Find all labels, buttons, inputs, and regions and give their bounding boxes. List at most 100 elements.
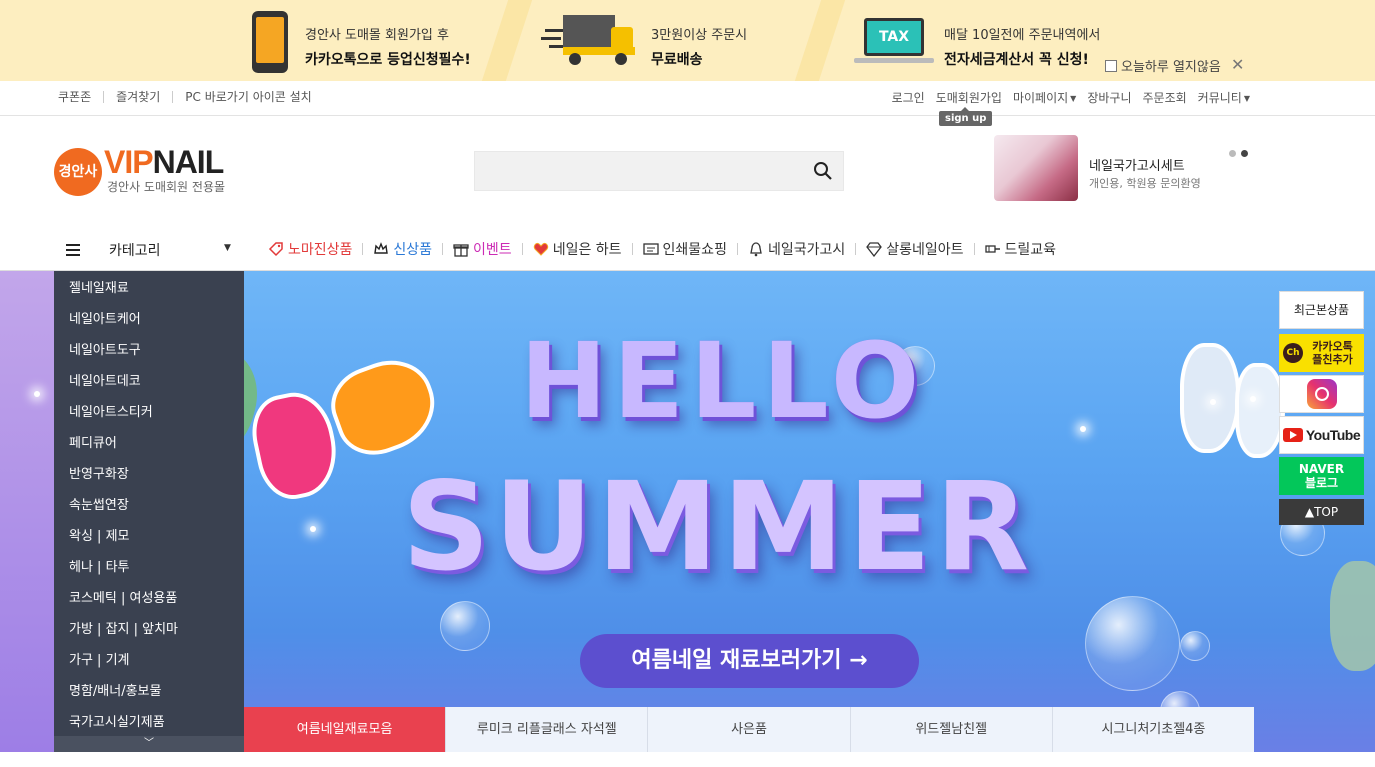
side-category-item[interactable]: 가구 | 기계 xyxy=(54,645,244,676)
banner-cta-button[interactable]: 여름네일 재료보러가기 → xyxy=(580,634,919,688)
side-category-item[interactable]: 페디큐어 xyxy=(54,428,244,459)
sparkle-decoration xyxy=(310,526,316,532)
community-link[interactable]: 커뮤니티 ▼ xyxy=(1198,89,1250,106)
logo-subtitle: 경안사 도매회원 전용몰 xyxy=(107,180,226,194)
header-promo-product[interactable]: 네일국가고시세트 개인용, 학원용 문의환영 xyxy=(994,135,1214,205)
instagram-button[interactable] xyxy=(1279,375,1364,413)
chevron-down-icon[interactable]: ﹀ xyxy=(54,736,244,752)
signup-tooltip: sign up xyxy=(939,107,993,126)
dismiss-today-checkbox[interactable]: 오늘하루 열지않음 xyxy=(1105,56,1221,75)
side-category-item[interactable]: 네일아트도구 xyxy=(54,335,244,366)
banner-tab[interactable]: 루미크 리플글래스 자석젤 xyxy=(445,707,648,752)
mypage-link[interactable]: 마이페이지 ▼ xyxy=(1013,89,1076,106)
side-category-item[interactable]: 코스메틱 | 여성용품 xyxy=(54,583,244,614)
naver-blog-button[interactable]: NAVER 블로그 xyxy=(1279,457,1364,495)
kakao-line2: 플친추가 xyxy=(1312,353,1353,366)
banner-left-edge xyxy=(0,271,54,752)
site-logo[interactable]: 경안사 VIPNAIL 경안사 도매회원 전용몰 xyxy=(54,144,254,196)
nav-item-event[interactable]: 이벤트 xyxy=(443,239,522,259)
nav-item-new[interactable]: 신상품 xyxy=(363,239,442,259)
promo-line2: 카카오톡으로 등업신청필수! xyxy=(305,52,471,68)
promo-line2: 무료배송 xyxy=(651,52,703,68)
side-category-item[interactable]: 네일아트케어 xyxy=(54,304,244,335)
diamond-icon xyxy=(866,242,883,257)
promo-line1: 경안사 도매몰 회원가입 후 xyxy=(305,28,449,43)
nail-sticker-image xyxy=(1235,363,1285,458)
laptop-tax-icon: TAX xyxy=(854,18,934,68)
nav-label: 이벤트 xyxy=(473,242,512,258)
sparkle-decoration xyxy=(1210,399,1216,405)
gift-icon xyxy=(453,244,469,257)
side-category-item[interactable]: 헤나 | 타투 xyxy=(54,552,244,583)
promo-line1: 3만원이상 주문시 xyxy=(651,28,748,43)
promo-divider xyxy=(794,0,846,81)
bubble-decoration xyxy=(440,601,490,651)
nav-item-drill[interactable]: 드릴교육 xyxy=(975,239,1067,259)
kakao-line1: 카카오톡 xyxy=(1312,340,1353,353)
phone-icon xyxy=(252,11,288,73)
caret-down-icon: ▼ xyxy=(1070,94,1077,103)
nav-item-salon[interactable]: 살롱네일아트 xyxy=(856,239,973,259)
nail-sticker-image xyxy=(1180,343,1240,453)
side-category-item[interactable]: 명함/배너/홍보물 xyxy=(54,676,244,707)
promo-item-signup[interactable]: 경안사 도매몰 회원가입 후 카카오톡으로 등업신청필수! xyxy=(305,24,471,69)
cart-link[interactable]: 장바구니 xyxy=(1087,89,1131,106)
youtube-label: YouTube xyxy=(1305,427,1361,443)
close-icon[interactable]: ✕ xyxy=(1231,55,1244,74)
nav-item-heart[interactable]: 네일은 하트 xyxy=(523,239,632,259)
promo-line1: 매달 10일전에 주문내역에서 xyxy=(944,28,1101,43)
tag-icon xyxy=(268,242,283,257)
community-label: 커뮤니티 xyxy=(1197,91,1242,105)
promo-item-shipping[interactable]: 3만원이상 주문시 무료배송 xyxy=(651,24,747,69)
checkbox-box[interactable] xyxy=(1105,59,1117,72)
sparkle-decoration xyxy=(1080,426,1086,432)
slider-dot-active[interactable] xyxy=(1241,150,1248,157)
youtube-button[interactable]: YouTube xyxy=(1279,416,1364,454)
utility-left-links: 쿠폰존 즐겨찾기 PC 바로가기 아이콘 설치 xyxy=(58,91,324,103)
heart-icon xyxy=(533,243,548,256)
orders-link[interactable]: 주문조회 xyxy=(1143,89,1187,106)
chevron-down-icon[interactable]: ▼ xyxy=(224,243,231,253)
side-category-item[interactable]: 반영구화장 xyxy=(54,459,244,490)
side-category-item[interactable]: 왁싱 | 제모 xyxy=(54,521,244,552)
dismiss-label: 오늘하루 열지않음 xyxy=(1121,60,1221,75)
signup-link[interactable]: 도매회원가입 xyxy=(936,89,1002,106)
naver-line1: NAVER xyxy=(1298,462,1345,476)
truck-icon xyxy=(541,15,635,65)
promo-divider xyxy=(481,0,533,81)
side-category-item[interactable]: 가방 | 잡지 | 앞치마 xyxy=(54,614,244,645)
side-category-item[interactable]: 속눈썹연장 xyxy=(54,490,244,521)
banner-tab[interactable]: 사은품 xyxy=(647,707,850,752)
hamburger-menu-icon[interactable] xyxy=(66,244,80,256)
login-link[interactable]: 로그인 xyxy=(892,89,925,106)
coupon-zone-link[interactable]: 쿠폰존 xyxy=(58,91,103,103)
kakao-channel-button[interactable]: Ch 카카오톡 플친추가 xyxy=(1279,334,1364,372)
crown-icon xyxy=(374,242,389,254)
top-promo-bar: 경안사 도매몰 회원가입 후 카카오톡으로 등업신청필수! 3만원이상 주문시 … xyxy=(0,0,1375,81)
search-box xyxy=(474,151,844,191)
search-icon[interactable] xyxy=(813,161,833,181)
side-category-item[interactable]: 네일아트데코 xyxy=(54,366,244,397)
promo-line2: 전자세금계산서 꼭 신청! xyxy=(944,52,1089,68)
bubble-decoration xyxy=(1180,631,1210,661)
logo-wordmark: VIPNAIL xyxy=(104,144,224,181)
nail-sticker-image xyxy=(321,348,447,466)
slider-dot[interactable] xyxy=(1229,150,1236,157)
side-category-item[interactable]: 젤네일재료 xyxy=(54,273,244,304)
bookmark-link[interactable]: 즐겨찾기 xyxy=(103,91,172,103)
scroll-top-button[interactable]: ▲TOP xyxy=(1279,499,1364,525)
category-dropdown-label[interactable]: 카테고리 xyxy=(109,240,161,260)
banner-tab-active[interactable]: 여름네일재료모음 xyxy=(244,707,446,752)
banner-tab[interactable]: 위드젤남친젤 xyxy=(849,707,1052,752)
banner-tab[interactable]: 시그니처기초젤4종 xyxy=(1051,707,1255,752)
nav-item-no-margin[interactable]: 노마진상품 xyxy=(258,239,362,259)
recent-products-button[interactable]: 최근본상품 xyxy=(1279,291,1364,329)
nail-kit-image xyxy=(994,135,1078,201)
side-category-item[interactable]: 국가고시실기제품 xyxy=(54,707,244,738)
search-input[interactable] xyxy=(475,152,805,190)
nav-item-print[interactable]: 인쇄물쇼핑 xyxy=(633,239,737,259)
promo-item-tax[interactable]: 매달 10일전에 주문내역에서 전자세금계산서 꼭 신청! xyxy=(944,24,1100,69)
side-category-item[interactable]: 네일아트스티커 xyxy=(54,397,244,428)
nav-item-exam[interactable]: 네일국가고시 xyxy=(738,239,855,259)
pc-shortcut-link[interactable]: PC 바로가기 아이콘 설치 xyxy=(172,91,323,103)
